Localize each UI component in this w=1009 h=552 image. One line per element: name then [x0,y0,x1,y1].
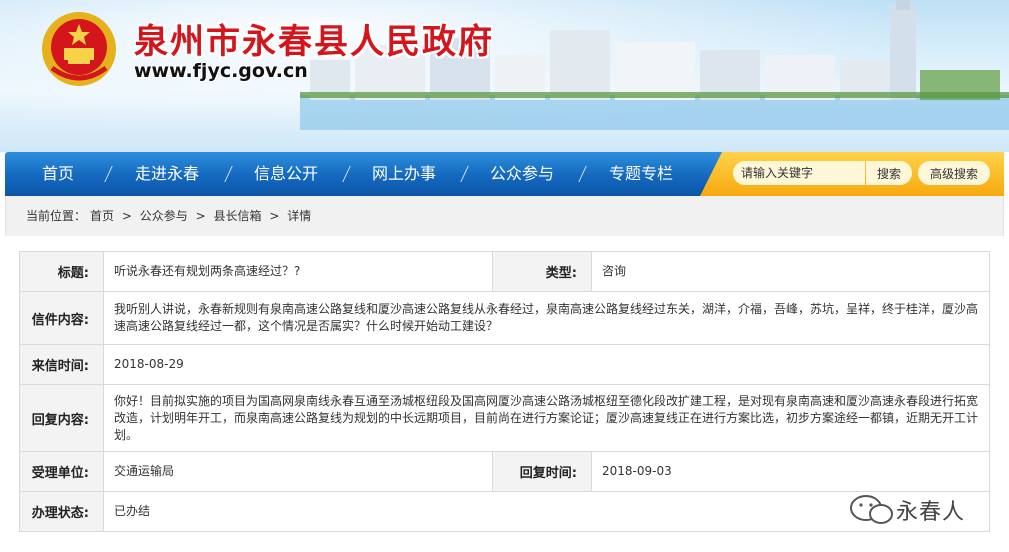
title-value: 听说永春还有规划两条高速经过？? [103,251,493,292]
table-row: 信件内容: 我听别人讲说，永春新规则有泉南高速公路复线和厦沙高速公路复线从永春经… [19,291,990,345]
date-label: 来信时间: [19,344,104,385]
letter-detail-table: 标题: 听说永春还有规划两条高速经过？? 类型: 咨询 信件内容: 我听别人讲说… [19,251,990,532]
nav-item-info[interactable]: 信息公开 [239,152,333,196]
nav-item-about[interactable]: 走进永春 [120,152,214,196]
type-value: 咨询 [591,251,990,292]
unit-value: 交通运输局 [103,451,493,492]
status-label: 办理状态: [19,491,104,532]
content-label: 信件内容: [19,291,104,345]
table-row: 来信时间: 2018-08-29 [19,344,990,385]
nav-separator [224,166,233,182]
type-label: 类型: [492,251,592,292]
nav-item-services[interactable]: 网上办事 [357,152,451,196]
title-label: 标题: [19,251,104,292]
watermark-text: 永春人 [896,500,966,525]
nav-item-participation[interactable]: 公众参与 [475,152,569,196]
breadcrumb: 当前位置： 首页 > 公众参与 > 县长信箱 > 详情 [5,196,1004,236]
nav-separator [578,166,587,182]
nav-item-topics[interactable]: 专题专栏 [594,152,688,196]
reply-value: 你好！目前拟实施的项目为国高网泉南线永春互通至汤城枢纽段及国高网厦沙高速公路汤城… [103,384,990,452]
breadcrumb-separator: > [121,209,132,223]
breadcrumb-home[interactable]: 首页 [90,209,114,223]
unit-label: 受理单位: [19,451,104,492]
breadcrumb-mailbox[interactable]: 县长信箱 [213,209,261,223]
search-button[interactable]: 搜索 [866,161,912,185]
reply-date-label: 回复时间: [492,451,592,492]
national-emblem-icon [42,12,116,86]
reply-label: 回复内容: [19,384,104,452]
search-input[interactable] [733,161,865,185]
nav-separator [460,166,469,182]
table-row: 标题: 听说永春还有规划两条高速经过？? 类型: 咨询 [19,251,990,292]
breadcrumb-prefix: 当前位置： [26,209,87,223]
reply-date-value: 2018-09-03 [591,451,990,492]
breadcrumb-separator: > [269,209,280,223]
table-row: 办理状态: 已办结 [19,491,990,532]
site-title: 泉州市永春县人民政府 [134,22,494,62]
breadcrumb-current: 详情 [287,209,312,223]
nav-separator [104,166,113,182]
breadcrumb-participation[interactable]: 公众参与 [140,209,188,223]
nav-item-home[interactable]: 首页 [21,152,95,196]
advanced-search-button[interactable]: 高级搜索 [918,161,990,185]
header-banner: 泉州市永春县人民政府 www.fjyc.gov.cn [0,0,1009,152]
nav-separator [342,166,351,182]
breadcrumb-separator: > [195,209,206,223]
content-value: 我听别人讲说，永春新规则有泉南高速公路复线和厦沙高速公路复线从永春经过，泉南高速… [103,291,990,345]
site-url: www.fjyc.gov.cn [134,60,308,82]
date-value: 2018-08-29 [103,344,990,385]
table-row: 回复内容: 你好！目前拟实施的项目为国高网泉南线永春互通至汤城枢纽段及国高网厦沙… [19,384,990,452]
table-row: 受理单位: 交通运输局 回复时间: 2018-09-03 [19,451,990,492]
